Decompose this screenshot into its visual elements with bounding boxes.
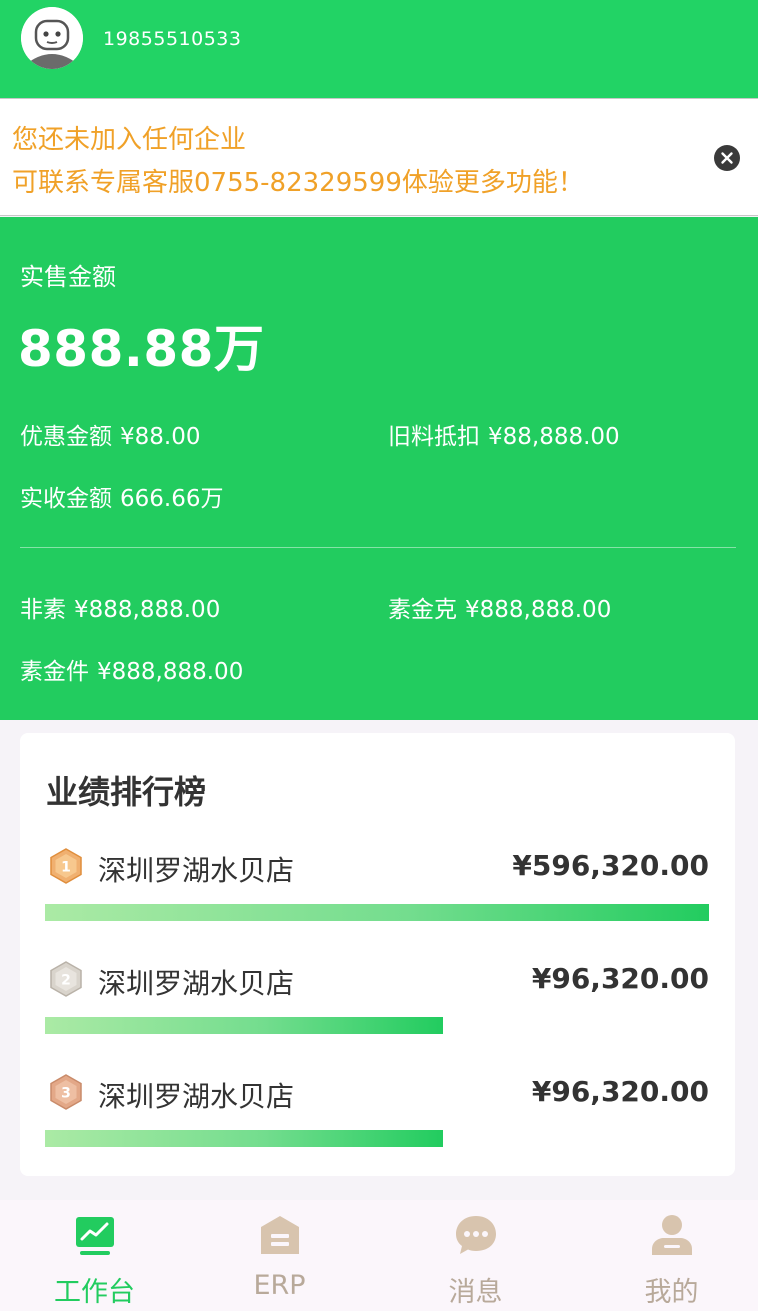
store-name: 深圳罗湖水贝店 [98,967,295,1000]
silver-medal-icon: 2 [49,961,83,997]
progress-fill [45,1130,444,1147]
notice-line-2: 可联系专属客服0755-82329599体验更多功能！ [12,168,584,198]
store-amount: ¥96,320.00 [531,962,709,995]
plain-gold-piece-stat: 素金件 ¥888,888.00 [20,652,243,686]
tab-label: 工作台 [54,1277,135,1308]
old-material-value: ¥88,888.00 [488,424,620,450]
old-material-stat: 旧料抵扣 ¥88,888.00 [388,417,620,451]
bottom-tab-bar: 工作台 ERP 消息 我的 [0,1200,758,1311]
old-material-label: 旧料抵扣 [388,424,480,450]
performance-ranking-card: 业绩排行榜 1 深圳罗湖水贝店 ¥596,320.00 2 深圳罗湖水贝店 ¥9… [20,733,735,1176]
discount-value: ¥88.00 [120,424,201,450]
non-plain-stat: 非素 ¥888,888.00 [20,590,220,624]
plain-gold-gram-stat: 素金克 ¥888,888.00 [388,590,611,624]
ranking-item[interactable]: 3 深圳罗湖水贝店 ¥96,320.00 [20,1074,735,1174]
plain-gold-piece-value: ¥888,888.00 [97,659,244,685]
tab-messages[interactable]: 消息 [381,1200,570,1311]
discount-stat: 优惠金额 ¥88.00 [20,417,200,451]
store-amount: ¥596,320.00 [512,849,709,882]
header-bar: 19855510533 [0,0,758,98]
tab-mine[interactable]: 我的 [577,1200,758,1311]
progress-bar [45,1017,709,1034]
close-notice-button[interactable] [714,145,740,171]
close-icon [721,152,733,164]
tab-workbench[interactable]: 工作台 [0,1200,189,1311]
chat-icon [454,1213,498,1257]
plain-gold-gram-value: ¥888,888.00 [465,597,612,623]
store-name: 深圳罗湖水贝店 [98,1080,295,1113]
tab-label: 消息 [448,1277,503,1308]
gold-medal-icon: 1 [49,848,83,884]
chart-icon [73,1213,117,1257]
ranking-title: 业绩排行榜 [46,773,207,811]
sales-summary-panel: 实售金额 888.88万 优惠金额 ¥88.00 旧料抵扣 ¥88,888.00 实… [0,217,758,720]
progress-fill [45,1017,444,1034]
svg-text:1: 1 [61,860,71,876]
stats-divider [20,547,736,548]
store-amount: ¥96,320.00 [531,1075,709,1108]
store-name: 深圳罗湖水贝店 [98,854,295,887]
warehouse-icon [258,1213,302,1257]
received-value: 666.66万 [120,486,224,512]
progress-bar [45,1130,709,1147]
plain-gold-piece-label: 素金件 [20,659,89,685]
join-enterprise-notice: 您还未加入任何企业 可联系专属客服0755-82329599体验更多功能！ [0,98,758,216]
received-stat: 实收金额 666.66万 [20,479,223,513]
tab-label: 我的 [644,1277,699,1308]
progress-bar [45,904,709,921]
plain-gold-gram-label: 素金克 [388,597,457,623]
non-plain-value: ¥888,888.00 [74,597,221,623]
svg-text:3: 3 [61,1086,71,1102]
progress-fill [45,904,709,921]
avatar-face-icon [21,7,83,69]
ranking-item[interactable]: 2 深圳罗湖水贝店 ¥96,320.00 [20,961,735,1061]
bronze-medal-icon: 3 [49,1074,83,1110]
received-label: 实收金额 [20,486,112,512]
avatar[interactable] [21,7,83,69]
discount-label: 优惠金额 [20,424,112,450]
user-phone: 19855510533 [103,28,242,50]
tab-label: ERP [253,1270,306,1301]
notice-line-1: 您还未加入任何企业 [12,125,247,155]
ranking-item[interactable]: 1 深圳罗湖水贝店 ¥596,320.00 [20,848,735,948]
actual-sales-label: 实售金额 [20,263,116,291]
actual-sales-value: 888.88万 [18,320,265,378]
svg-text:2: 2 [61,973,71,989]
non-plain-label: 非素 [20,597,66,623]
tab-erp[interactable]: ERP [185,1200,374,1311]
user-icon [650,1213,694,1257]
